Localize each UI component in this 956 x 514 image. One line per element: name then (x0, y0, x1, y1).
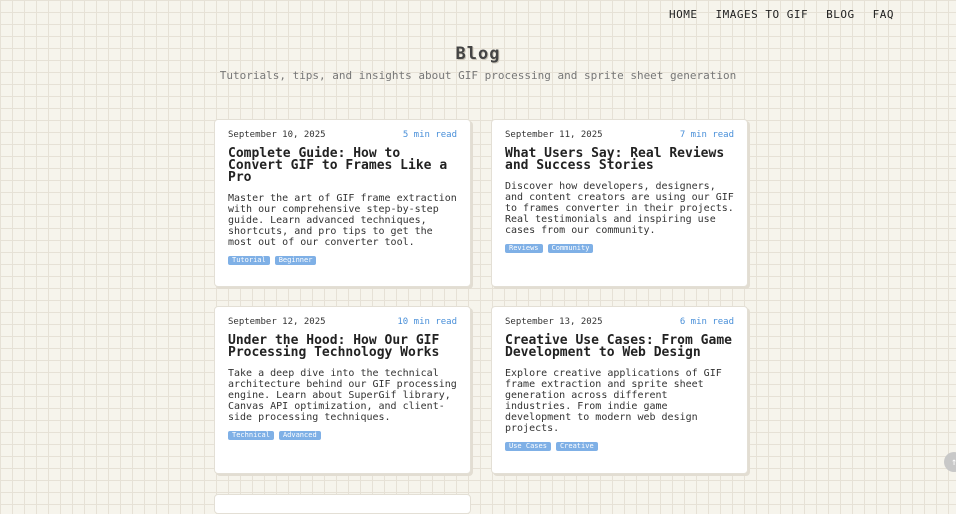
post-tags: Use Cases Creative (505, 442, 734, 451)
post-tag: Use Cases (505, 442, 551, 451)
post-read-time: 10 min read (397, 317, 457, 327)
page-header: Blog Tutorials, tips, and insights about… (0, 44, 956, 82)
post-excerpt: Take a deep dive into the technical arch… (228, 368, 457, 423)
post-tag: Reviews (505, 244, 543, 253)
post-tag: Technical (228, 431, 274, 440)
blog-post-card[interactable]: September 13, 2025 6 min read Creative U… (491, 306, 748, 474)
blog-post-card[interactable]: September 11, 2025 7 min read What Users… (491, 119, 748, 287)
post-date: September 10, 2025 (228, 130, 326, 140)
post-tag: Tutorial (228, 256, 270, 265)
top-nav: HOME IMAGES TO GIF BLOG FAQ (669, 8, 894, 21)
post-tag: Community (547, 244, 594, 253)
blog-post-grid: September 10, 2025 5 min read Complete G… (214, 119, 749, 474)
post-read-time: 7 min read (679, 130, 734, 140)
post-date: September 13, 2025 (505, 317, 603, 327)
post-title[interactable]: Under the Hood: How Our GIF Processing T… (228, 334, 457, 359)
post-meta: September 13, 2025 6 min read (505, 317, 734, 327)
blog-post-card[interactable]: September 10, 2025 5 min read Complete G… (214, 119, 471, 287)
post-meta: September 11, 2025 7 min read (505, 130, 734, 140)
post-title[interactable]: What Users Say: Real Reviews and Success… (505, 147, 734, 172)
post-date: September 12, 2025 (228, 317, 326, 327)
post-title[interactable]: Creative Use Cases: From Game Developmen… (505, 334, 734, 359)
post-tags: Reviews Community (505, 244, 734, 253)
post-tag: Creative (555, 442, 598, 451)
post-meta: September 10, 2025 5 min read (228, 130, 457, 140)
blog-post-card[interactable]: September 12, 2025 10 min read Under the… (214, 306, 471, 474)
post-excerpt: Discover how developers, designers, and … (505, 181, 734, 236)
page-subtitle: Tutorials, tips, and insights about GIF … (219, 69, 737, 82)
post-meta: September 12, 2025 10 min read (228, 317, 457, 327)
nav-faq-link[interactable]: FAQ (873, 8, 894, 21)
nav-home-link[interactable]: HOME (669, 8, 698, 21)
nav-blog-link[interactable]: BLOG (826, 8, 855, 21)
scroll-to-top-button[interactable]: ↑ (944, 452, 956, 472)
post-tag: Beginner (274, 256, 317, 265)
post-tags: Tutorial Beginner (228, 256, 457, 265)
post-read-time: 6 min read (679, 317, 734, 327)
nav-images-to-gif-link[interactable]: IMAGES TO GIF (716, 8, 809, 21)
post-tag: Advanced (278, 431, 321, 440)
post-tags: Technical Advanced (228, 431, 457, 440)
page-title: Blog (455, 44, 501, 64)
blog-post-card-partial[interactable] (214, 494, 471, 514)
post-date: September 11, 2025 (505, 130, 603, 140)
post-excerpt: Explore creative applications of GIF fra… (505, 368, 722, 434)
arrow-up-icon: ↑ (950, 456, 956, 468)
post-read-time: 5 min read (402, 130, 457, 140)
post-title[interactable]: Complete Guide: How to Convert GIF to Fr… (228, 147, 457, 184)
post-excerpt: Master the art of GIF frame extraction w… (228, 193, 457, 248)
